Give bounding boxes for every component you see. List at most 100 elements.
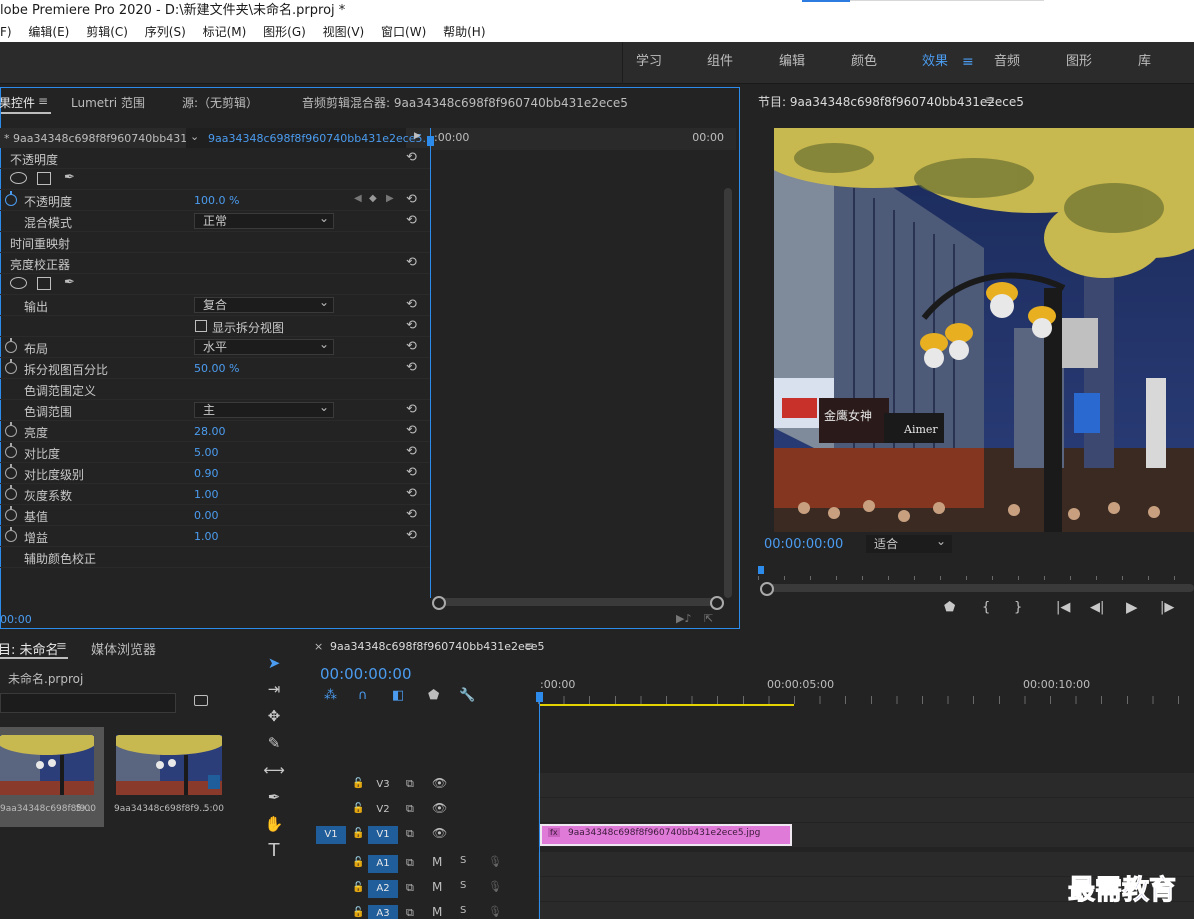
lock-icon[interactable]: 🔓 xyxy=(352,907,364,918)
mute-button[interactable]: M xyxy=(432,905,442,919)
master-clip-label[interactable]: * 9aa34348c698f8f960740bb431e... xyxy=(4,132,204,145)
track-name[interactable]: V3 xyxy=(368,776,398,794)
type-tool-icon[interactable]: T xyxy=(262,840,286,862)
project-menu-icon[interactable]: ≡ xyxy=(56,639,67,654)
timeline-ruler[interactable]: :00:00 00:00:05:00 00:00:10:00 xyxy=(538,676,1194,704)
brightness-corrector-header[interactable]: 亮度校正器 ⟲ xyxy=(0,253,430,274)
program-ruler[interactable] xyxy=(758,566,1194,580)
split-view-checkbox[interactable] xyxy=(195,320,207,332)
stopwatch-icon[interactable] xyxy=(5,443,17,458)
workspace-graphics[interactable]: 图形 xyxy=(1066,42,1092,84)
new-bin-icon[interactable] xyxy=(194,695,208,706)
export-frame-icon[interactable]: ⇱ xyxy=(704,612,713,625)
play-triangle-icon[interactable]: ▶ xyxy=(414,131,421,141)
mark-out-icon[interactable]: } xyxy=(1014,600,1022,615)
linked-selection-icon[interactable]: ◧ xyxy=(392,688,404,703)
timeline-timecode[interactable]: 00:00:00:00 xyxy=(320,665,412,683)
lock-icon[interactable]: 🔓 xyxy=(352,778,364,789)
stopwatch-icon[interactable] xyxy=(5,527,17,542)
ellipse-mask-icon[interactable] xyxy=(10,172,27,184)
timeline-clip[interactable]: fx 9aa34348c698f8f960740bb431e2ece5.jpg xyxy=(540,824,792,846)
tab-audio-clip-mixer[interactable]: 音频剪辑混合器: 9aa34348c698f8f960740bb431e2ece… xyxy=(302,94,628,111)
blend-mode-dropdown[interactable]: 正常 xyxy=(194,211,334,229)
menu-clip[interactable]: 剪辑(C) xyxy=(86,22,128,42)
menu-help[interactable]: 帮助(H) xyxy=(443,22,485,42)
prev-keyframe-icon[interactable]: ◀ xyxy=(354,193,362,204)
hand-tool-icon[interactable]: ✋ xyxy=(262,813,286,835)
add-keyframe-icon[interactable]: ◆ xyxy=(369,193,377,204)
menu-file[interactable]: F) xyxy=(0,22,12,42)
effect-timeline-ruler[interactable]: :00:00 00:00 xyxy=(430,128,736,150)
project-item[interactable]: 9aa34348c698f8f9... 5:00 xyxy=(0,727,104,827)
reset-icon[interactable]: ⟲ xyxy=(406,486,417,501)
reset-icon[interactable]: ⟲ xyxy=(406,339,417,354)
stopwatch-icon[interactable] xyxy=(5,191,17,206)
track-name[interactable]: A1 xyxy=(368,855,398,873)
reset-icon[interactable]: ⟲ xyxy=(406,444,417,459)
work-area-bar[interactable] xyxy=(540,704,794,706)
effect-controls-menu-icon[interactable]: ≡ xyxy=(38,94,48,108)
audio-playback-icon[interactable]: ▶♪ xyxy=(676,612,691,625)
reset-icon[interactable]: ⟲ xyxy=(406,192,417,207)
gain-value[interactable]: 1.00 xyxy=(194,530,219,543)
reset-icon[interactable]: ⟲ xyxy=(406,423,417,438)
mark-in-icon[interactable]: { xyxy=(982,600,990,615)
gamma-value[interactable]: 1.00 xyxy=(194,488,219,501)
reset-icon[interactable]: ⟲ xyxy=(406,318,417,333)
menu-sequence[interactable]: 序列(S) xyxy=(145,22,186,42)
stopwatch-icon[interactable] xyxy=(5,338,17,353)
tab-media-browser[interactable]: 媒体浏览器 xyxy=(91,639,156,658)
nest-icon[interactable]: ⁂ xyxy=(324,688,337,703)
stopwatch-icon[interactable] xyxy=(5,485,17,500)
menu-graphics[interactable]: 图形(G) xyxy=(263,22,306,42)
mute-button[interactable]: M xyxy=(432,880,442,894)
microphone-icon[interactable]: 🎙 xyxy=(488,855,502,868)
solo-button[interactable]: S xyxy=(460,905,466,916)
sync-lock-icon[interactable]: ⧉ xyxy=(406,856,414,870)
rectangle-mask-icon[interactable] xyxy=(37,172,51,185)
menu-view[interactable]: 视图(V) xyxy=(323,22,365,42)
contrast-value[interactable]: 5.00 xyxy=(194,446,219,459)
program-video-frame[interactable]: 金鹰女神 Aimer xyxy=(774,128,1194,532)
play-icon[interactable]: ▶ xyxy=(1126,598,1138,616)
reset-icon[interactable]: ⟲ xyxy=(406,297,417,312)
add-marker-icon[interactable]: ⬟ xyxy=(944,600,955,615)
workspace-color[interactable]: 颜色 xyxy=(851,42,877,84)
reset-icon[interactable]: ⟲ xyxy=(406,402,417,417)
program-monitor-menu-icon[interactable]: ≡ xyxy=(985,93,995,107)
track-lane[interactable] xyxy=(538,773,1194,797)
step-back-icon[interactable]: ◀| xyxy=(1090,600,1104,615)
effect-opacity-header[interactable]: 不透明度 ⟲ xyxy=(0,148,430,169)
microphone-icon[interactable]: 🎙 xyxy=(488,880,502,893)
workspace-audio[interactable]: 音频 xyxy=(994,42,1020,84)
effect-controls-timecode[interactable]: 00:00 xyxy=(0,613,32,626)
vertical-scrollbar[interactable] xyxy=(724,188,732,598)
slip-tool-icon[interactable]: ⟷ xyxy=(262,759,286,781)
workspace-effects[interactable]: 效果 xyxy=(922,42,948,84)
solo-button[interactable]: S xyxy=(460,855,466,866)
workspace-learn[interactable]: 学习 xyxy=(636,42,662,84)
playhead-line[interactable] xyxy=(430,128,431,598)
zoom-level-dropdown[interactable]: 适合 xyxy=(866,532,952,553)
track-name[interactable]: V2 xyxy=(368,801,398,819)
sync-lock-icon[interactable]: ⧉ xyxy=(406,777,414,791)
tab-lumetri-scopes[interactable]: Lumetri 范围 xyxy=(71,94,145,111)
sequence-clip-selector[interactable]: ⌄ 9aa34348c698f8f960740bb431e2ece5... xyxy=(186,128,433,148)
sync-lock-icon[interactable]: ⧉ xyxy=(406,827,414,841)
program-zoom-scrollbar[interactable] xyxy=(760,582,1194,596)
menu-marker[interactable]: 标记(M) xyxy=(203,22,247,42)
solo-button[interactable]: S xyxy=(460,880,466,891)
add-marker-icon[interactable]: ⬟ xyxy=(428,688,439,703)
track-name[interactable]: A2 xyxy=(368,880,398,898)
time-remapping-header[interactable]: 时间重映射 xyxy=(0,232,430,253)
split-percent-value[interactable]: 50.00 % xyxy=(194,362,239,375)
pen-tool-icon[interactable]: ✒ xyxy=(262,786,286,808)
menu-window[interactable]: 窗口(W) xyxy=(381,22,426,42)
selection-tool-icon[interactable]: ➤ xyxy=(262,652,286,674)
reset-icon[interactable]: ⟲ xyxy=(406,465,417,480)
sequence-tab[interactable]: 9aa34348c698f8f960740bb431e2ece5 xyxy=(330,640,545,653)
opacity-value[interactable]: 100.0 % xyxy=(194,194,239,207)
stopwatch-icon[interactable] xyxy=(5,506,17,521)
ripple-edit-tool-icon[interactable]: ✥ xyxy=(262,705,286,727)
tonal-range-definition[interactable]: 色调范围定义 xyxy=(0,379,430,400)
